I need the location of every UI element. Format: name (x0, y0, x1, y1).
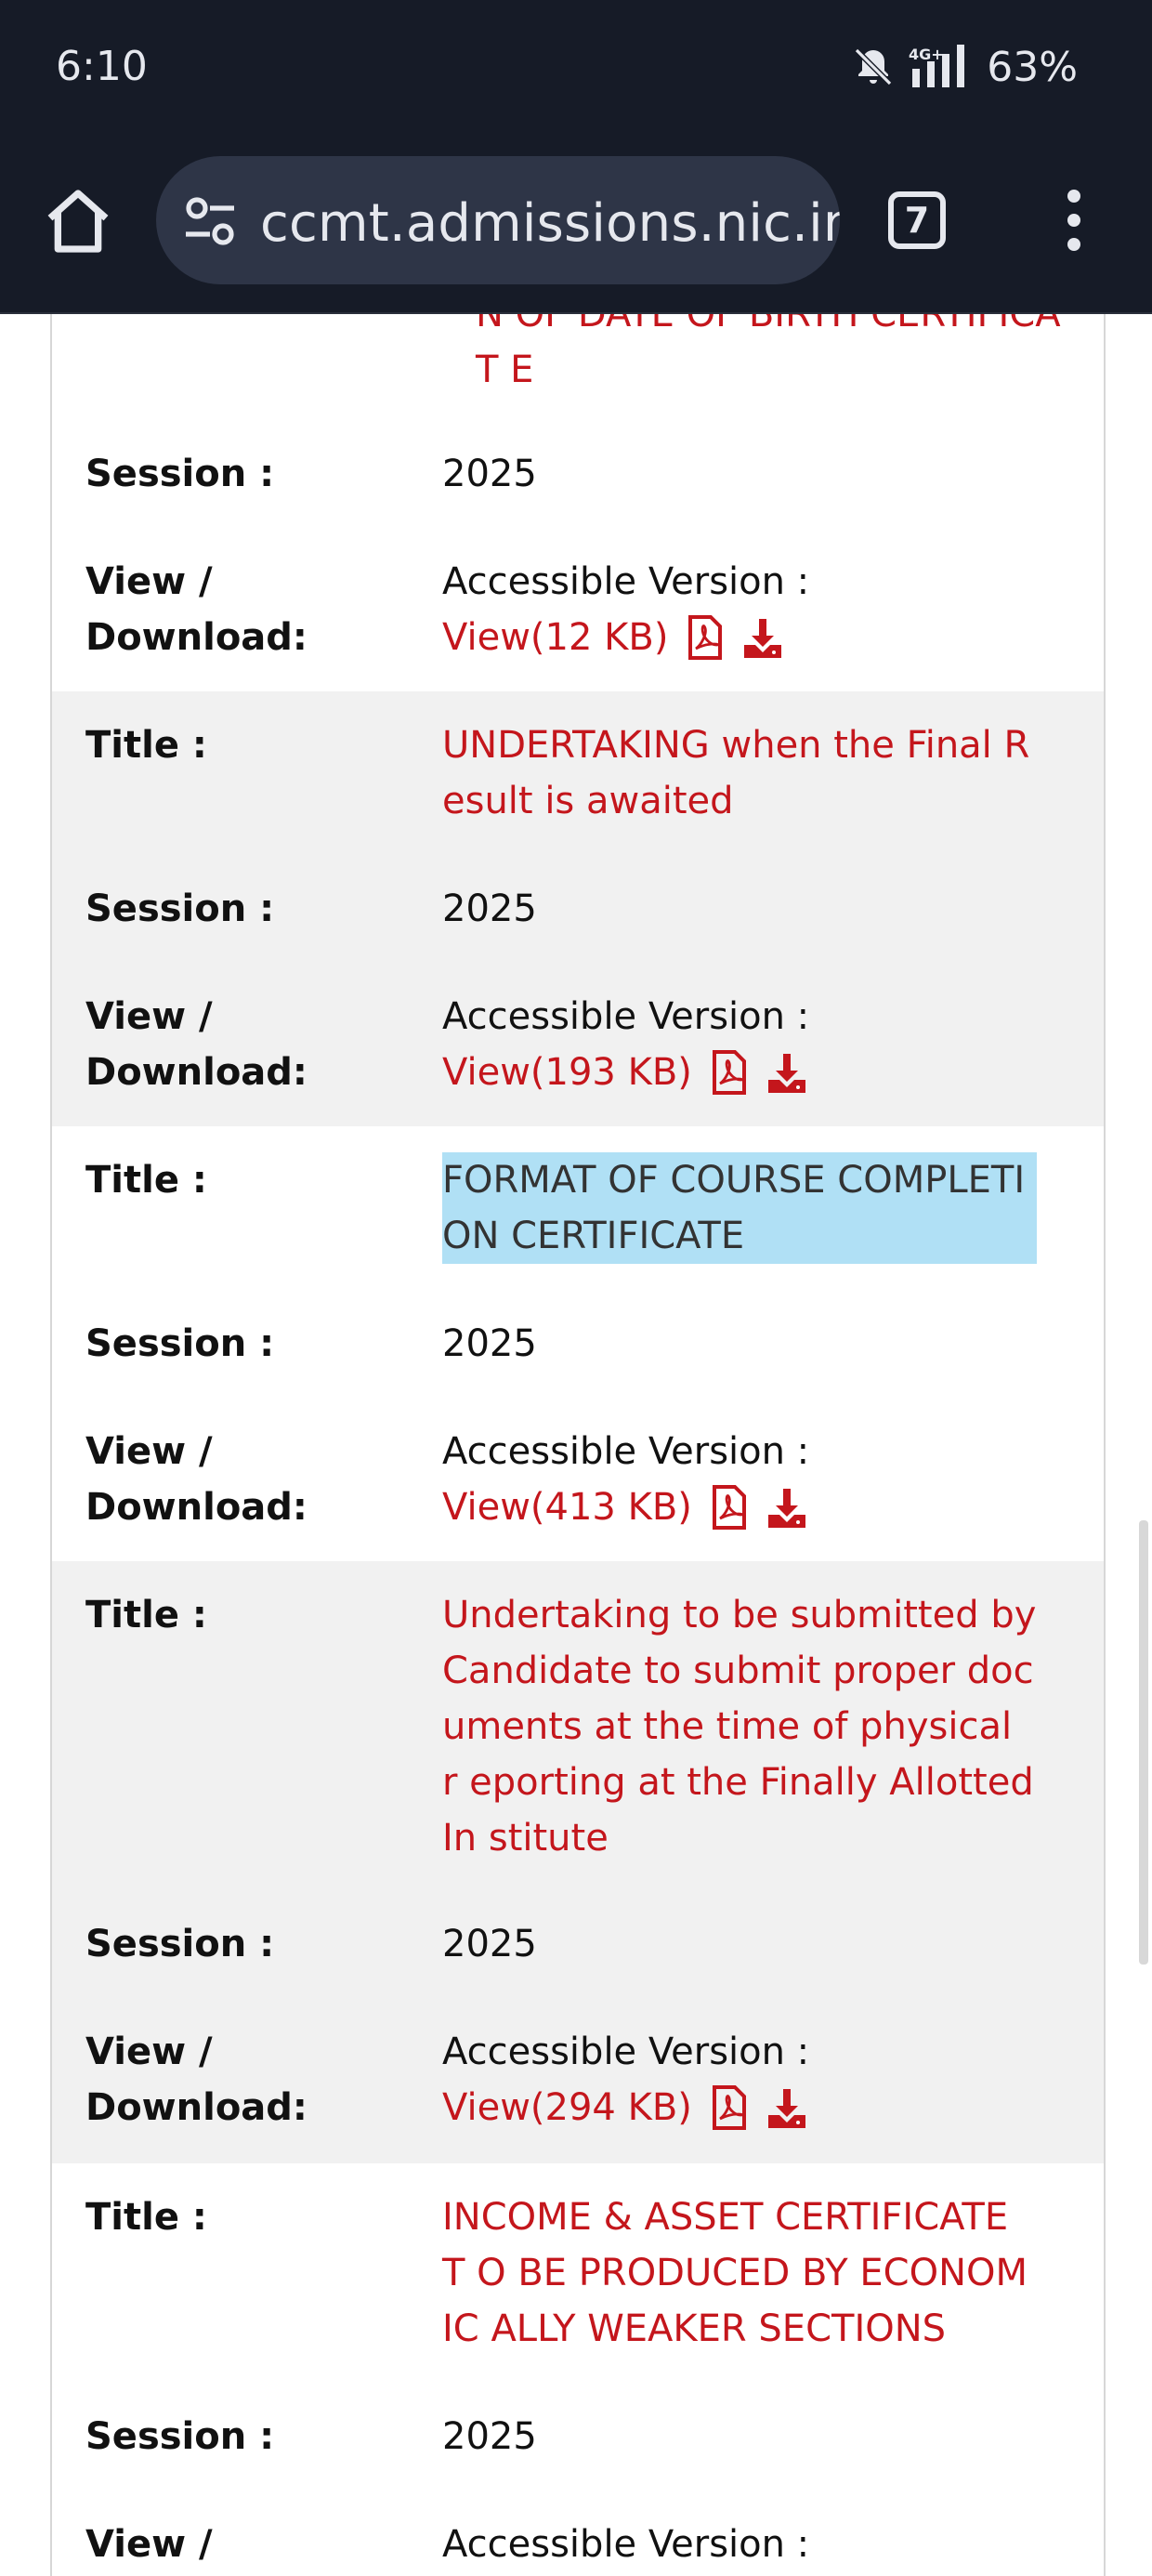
view-link[interactable]: View(12 KB) (442, 610, 668, 665)
session-label: Session : (85, 2415, 275, 2458)
battery-level: 63% (987, 43, 1078, 91)
pdf-icon[interactable] (709, 1050, 750, 1095)
record-title-link[interactable]: N OF DATE OF BIRTH CERTIFICAT E (476, 314, 1070, 398)
session-label: Session : (85, 887, 275, 930)
record-row: Title : FORMAT OF COURSE COMPLETI ON CER… (52, 1126, 1104, 1561)
bell-off-icon (855, 47, 893, 86)
url-text[interactable]: ccmt.admissions.nic.in/c (260, 193, 840, 254)
status-bar: 6:10 4G+ 63% (0, 0, 1152, 139)
view-link[interactable]: View(413 KB) (442, 1479, 692, 1535)
title-label: Title : (85, 724, 207, 767)
status-time: 6:10 (56, 43, 148, 90)
record-row: Title : UNDERTAKING when the Final R esu… (52, 691, 1104, 1126)
title-label: Title : (85, 1594, 207, 1636)
record-title-link[interactable]: INCOME & ASSET CERTIFICATE T O BE PRODUC… (442, 2189, 1037, 2357)
pdf-icon[interactable] (709, 1485, 750, 1530)
title-label: Title : (85, 1159, 207, 1202)
session-value: 2025 (442, 887, 537, 930)
session-value: 2025 (442, 2415, 537, 2458)
record-title-link[interactable]: Undertaking to be submitted by Candidate… (442, 1587, 1037, 1866)
downloads-table: N OF DATE OF BIRTH CERTIFICAT E Session … (50, 314, 1106, 2576)
view-download-label: View / Download: (85, 2523, 213, 2566)
record-row: Title : Undertaking to be submitted by C… (52, 1561, 1104, 2163)
scrollbar[interactable] (1139, 1520, 1148, 1965)
browser-toolbar: ccmt.admissions.nic.in/c 7 (0, 139, 1152, 314)
download-icon[interactable] (766, 2085, 807, 2130)
pdf-icon[interactable] (709, 2085, 750, 2130)
view-link[interactable]: View(193 KB) (442, 1045, 692, 1100)
view-link[interactable]: View(294 KB) (442, 2080, 692, 2136)
record-title-link-selected[interactable]: FORMAT OF COURSE COMPLETI ON CERTIFICATE (442, 1152, 1037, 1264)
download-icon[interactable] (766, 1050, 807, 1095)
session-value: 2025 (442, 453, 537, 495)
view-download-label: View / Download: (85, 995, 308, 1094)
more-icon[interactable] (1057, 184, 1091, 260)
signal-icon: 4G+ (909, 45, 965, 87)
address-bar[interactable]: ccmt.admissions.nic.in/c (156, 156, 840, 284)
status-icons: 4G+ 63% (851, 41, 1078, 93)
record-partial: N OF DATE OF BIRTH CERTIFICAT E Session … (52, 314, 1104, 691)
session-label: Session : (85, 1923, 275, 1965)
title-label: Title : (85, 2196, 207, 2239)
view-download-label: View / Download: (85, 2031, 308, 2129)
accessible-version-label: Accessible Version : (442, 995, 810, 1038)
accessible-version-label: Accessible Version : (442, 2031, 810, 2073)
download-icon[interactable] (766, 1485, 807, 1530)
accessible-version-label: Accessible Version : (442, 560, 810, 603)
accessible-version-label: Accessible Version : (442, 1430, 810, 1473)
home-icon[interactable] (41, 184, 115, 258)
site-settings-icon[interactable] (182, 195, 238, 247)
page-content: N OF DATE OF BIRTH CERTIFICAT E Session … (0, 314, 1152, 2576)
session-label: Session : (85, 1322, 275, 1365)
session-label: Session : (85, 453, 275, 495)
record-title-link[interactable]: UNDERTAKING when the Final R esult is aw… (442, 717, 1037, 829)
download-icon[interactable] (742, 615, 783, 660)
svg-text:4G+: 4G+ (909, 46, 944, 63)
pdf-icon[interactable] (685, 615, 726, 660)
session-value: 2025 (442, 1322, 537, 1365)
view-download-label: View / Download: (85, 1430, 308, 1529)
tab-switcher-button[interactable]: 7 (888, 191, 946, 249)
view-download-label: View / Download: (85, 560, 308, 659)
record-row: Title : INCOME & ASSET CERTIFICATE T O B… (52, 2163, 1104, 2576)
session-value: 2025 (442, 1923, 537, 1965)
accessible-version-label: Accessible Version : (442, 2523, 810, 2566)
